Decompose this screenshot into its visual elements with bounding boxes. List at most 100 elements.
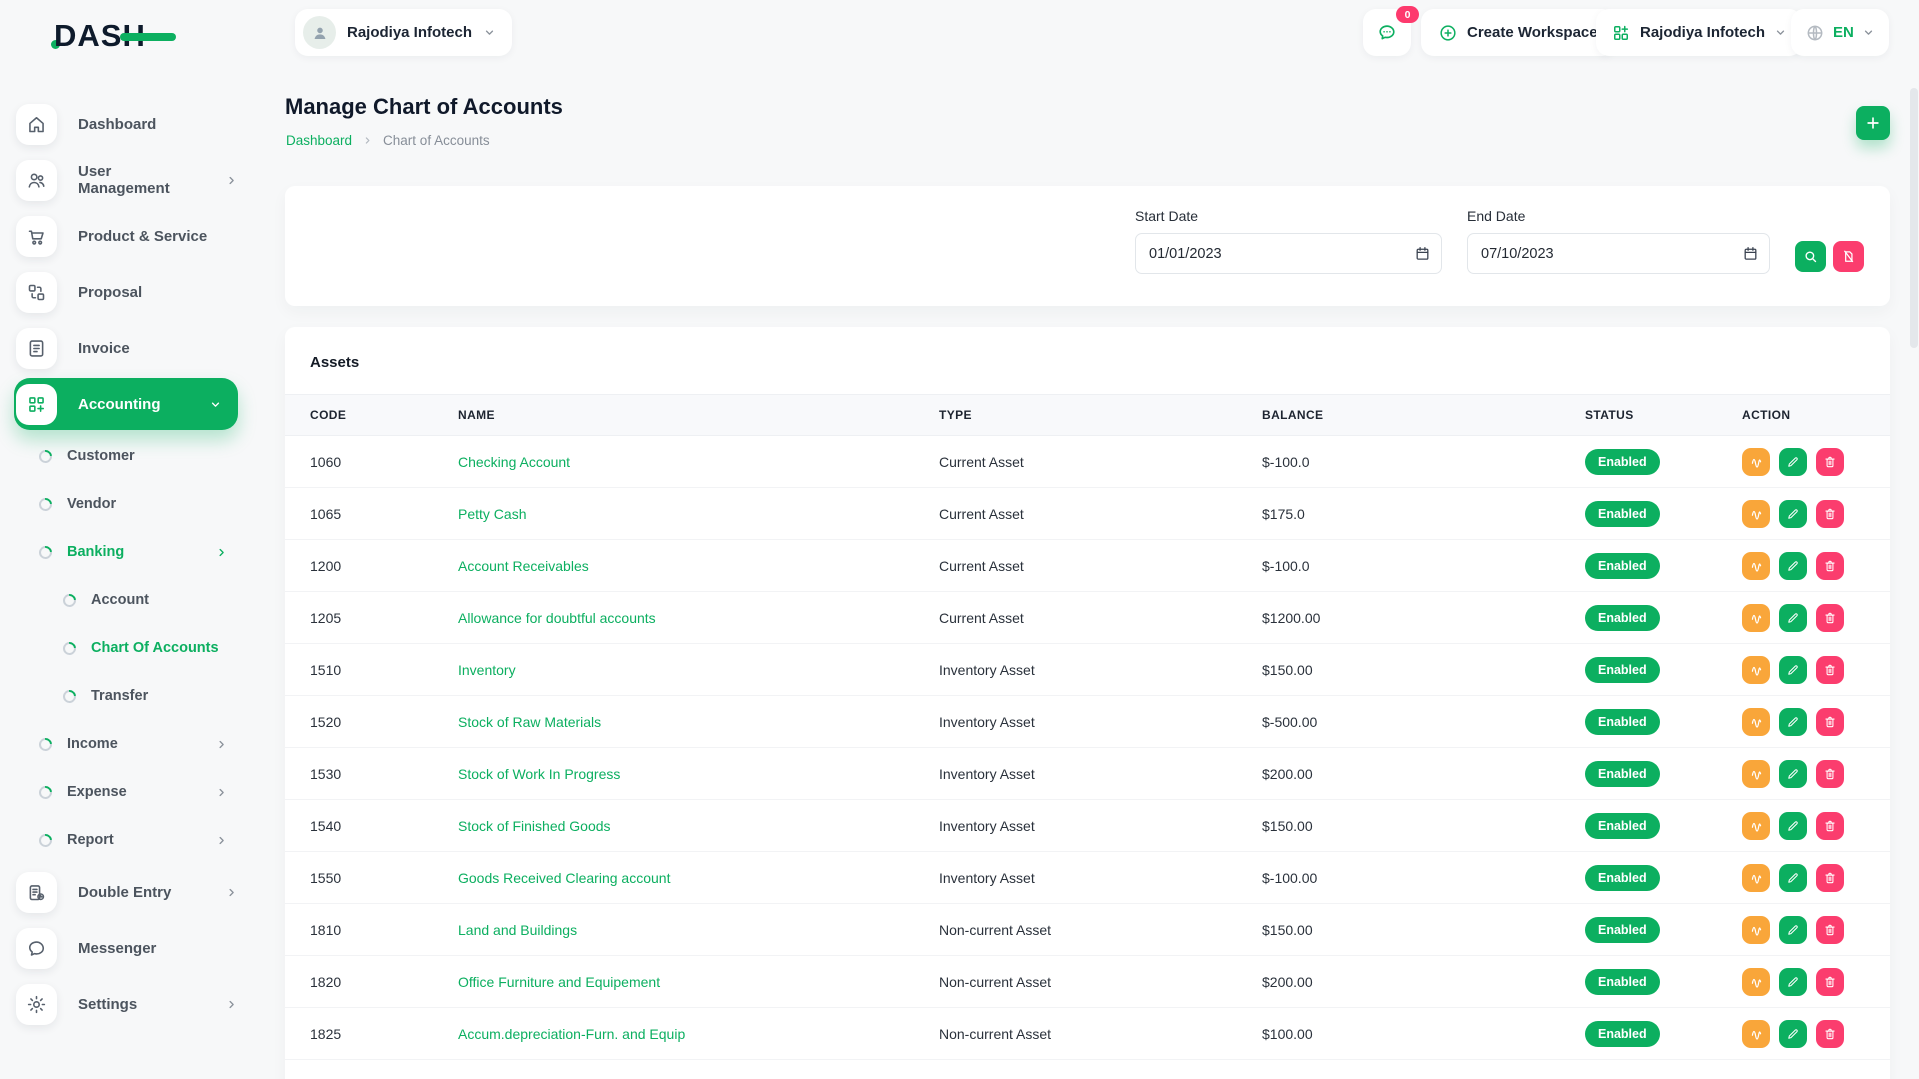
edit-action-button[interactable] [1779, 552, 1807, 580]
edit-action-button[interactable] [1779, 500, 1807, 528]
delete-action-button[interactable] [1816, 968, 1844, 996]
sidebar-item-invoice[interactable]: Invoice [0, 320, 252, 376]
start-date-input[interactable] [1135, 233, 1442, 274]
sidebar-item-income[interactable]: Income [0, 720, 252, 768]
edit-action-button[interactable] [1779, 916, 1807, 944]
delete-action-button[interactable] [1816, 812, 1844, 840]
sidebar-item-transfer[interactable]: Transfer [0, 672, 252, 720]
end-date-input[interactable] [1467, 233, 1770, 274]
delete-action-button[interactable] [1816, 760, 1844, 788]
pencil-icon [1786, 767, 1800, 781]
delete-action-button[interactable] [1816, 656, 1844, 684]
account-name-link[interactable]: Inventory [458, 662, 516, 678]
sidebar-item-label: Settings [78, 996, 137, 1013]
sidebar-item-vendor[interactable]: Vendor [0, 480, 252, 528]
delete-action-button[interactable] [1816, 1020, 1844, 1048]
sidebar-item-chart-of-accounts[interactable]: Chart Of Accounts [0, 624, 252, 672]
delete-action-button[interactable] [1816, 552, 1844, 580]
table-row: 1065Petty CashCurrent Asset$175.0Enabled [285, 488, 1890, 540]
account-name-link[interactable]: Allowance for doubtful accounts [458, 610, 656, 626]
delete-action-button[interactable] [1816, 500, 1844, 528]
edit-action-button[interactable] [1779, 656, 1807, 684]
journal-action-button[interactable] [1742, 552, 1770, 580]
account-name-link[interactable]: Account Receivables [458, 558, 589, 574]
workspace-selector[interactable]: Rajodiya Infotech [295, 9, 512, 56]
journal-action-button[interactable] [1742, 656, 1770, 684]
app-logo[interactable]: DASH [54, 16, 214, 56]
account-balance: $-500.00 [1237, 696, 1560, 748]
sidebar-item-product-service[interactable]: Product & Service [0, 208, 252, 264]
company-selector[interactable]: Rajodiya Infotech [1596, 9, 1802, 56]
journal-action-button[interactable] [1742, 708, 1770, 736]
journal-action-button[interactable] [1742, 812, 1770, 840]
sidebar-item-label: Report [67, 832, 114, 848]
sidebar-item-messenger[interactable]: Messenger [0, 920, 252, 976]
breadcrumb-dashboard-link[interactable]: Dashboard [286, 133, 352, 148]
reset-filter-button[interactable] [1833, 241, 1864, 272]
journal-action-button[interactable] [1742, 1020, 1770, 1048]
account-name-link[interactable]: Stock of Work In Progress [458, 766, 620, 782]
calendar-icon[interactable] [1742, 245, 1759, 262]
account-name-link[interactable]: Land and Buildings [458, 922, 577, 938]
account-name-link[interactable]: Petty Cash [458, 506, 526, 522]
sidebar-nav: DashboardUser ManagementProduct & Servic… [0, 96, 252, 1032]
delete-action-button[interactable] [1816, 448, 1844, 476]
table-row: 1510InventoryInventory Asset$150.00Enabl… [285, 644, 1890, 696]
delete-action-button[interactable] [1816, 708, 1844, 736]
chevron-right-icon [215, 834, 228, 847]
status-badge: Enabled [1585, 865, 1660, 891]
sidebar-item-report[interactable]: Report [0, 816, 252, 864]
edit-action-button[interactable] [1779, 760, 1807, 788]
sidebar-item-expense[interactable]: Expense [0, 768, 252, 816]
sidebar-item-banking[interactable]: Banking [0, 528, 252, 576]
edit-action-button[interactable] [1779, 968, 1807, 996]
journal-action-button[interactable] [1742, 968, 1770, 996]
create-workspace-button[interactable]: Create Workspace [1421, 9, 1615, 56]
account-name-link[interactable]: Accum.depreciation-Furn. and Equip [458, 1026, 685, 1042]
sidebar-item-account[interactable]: Account [0, 576, 252, 624]
calendar-icon[interactable] [1414, 245, 1431, 262]
cart-icon [16, 216, 57, 257]
table-row: 1540Stock of Finished GoodsInventory Ass… [285, 800, 1890, 852]
delete-action-button[interactable] [1816, 916, 1844, 944]
accounts-table: CODE NAME TYPE BALANCE STATUS ACTION 106… [285, 394, 1890, 1060]
journal-action-button[interactable] [1742, 604, 1770, 632]
account-name-link[interactable]: Stock of Raw Materials [458, 714, 601, 730]
delete-action-button[interactable] [1816, 604, 1844, 632]
sidebar-item-dashboard[interactable]: Dashboard [0, 96, 252, 152]
sidebar-item-accounting[interactable]: Accounting [14, 378, 238, 430]
journal-action-button[interactable] [1742, 448, 1770, 476]
chevron-down-icon [1774, 26, 1787, 39]
account-name-link[interactable]: Office Furniture and Equipement [458, 974, 660, 990]
edit-action-button[interactable] [1779, 1020, 1807, 1048]
edit-action-button[interactable] [1779, 604, 1807, 632]
edit-action-button[interactable] [1779, 708, 1807, 736]
journal-action-button[interactable] [1742, 864, 1770, 892]
sidebar-item-user-management[interactable]: User Management [0, 152, 252, 208]
account-name-link[interactable]: Stock of Finished Goods [458, 818, 611, 834]
account-name-link[interactable]: Checking Account [458, 454, 570, 470]
apply-filter-button[interactable] [1795, 241, 1826, 272]
start-date-label: Start Date [1135, 208, 1442, 224]
sidebar-item-proposal[interactable]: Proposal [0, 264, 252, 320]
account-balance: $150.00 [1237, 904, 1560, 956]
edit-action-button[interactable] [1779, 812, 1807, 840]
delete-action-button[interactable] [1816, 864, 1844, 892]
accounting-icon [16, 384, 57, 425]
scrollbar-thumb[interactable] [1910, 88, 1918, 348]
bullet-icon [60, 591, 78, 609]
edit-action-button[interactable] [1779, 864, 1807, 892]
page-scrollbar[interactable] [1910, 70, 1918, 1070]
language-selector[interactable]: EN [1791, 9, 1889, 56]
sidebar-item-settings[interactable]: Settings [0, 976, 252, 1032]
account-code: 1825 [285, 1008, 433, 1060]
journal-action-button[interactable] [1742, 916, 1770, 944]
sidebar-item-double-entry[interactable]: Double Entry [0, 864, 252, 920]
edit-action-button[interactable] [1779, 448, 1807, 476]
add-account-button[interactable] [1856, 106, 1890, 140]
journal-action-button[interactable] [1742, 500, 1770, 528]
journal-action-button[interactable] [1742, 760, 1770, 788]
account-name-link[interactable]: Goods Received Clearing account [458, 870, 670, 886]
sidebar-item-customer[interactable]: Customer [0, 432, 252, 480]
account-code: 1510 [285, 644, 433, 696]
